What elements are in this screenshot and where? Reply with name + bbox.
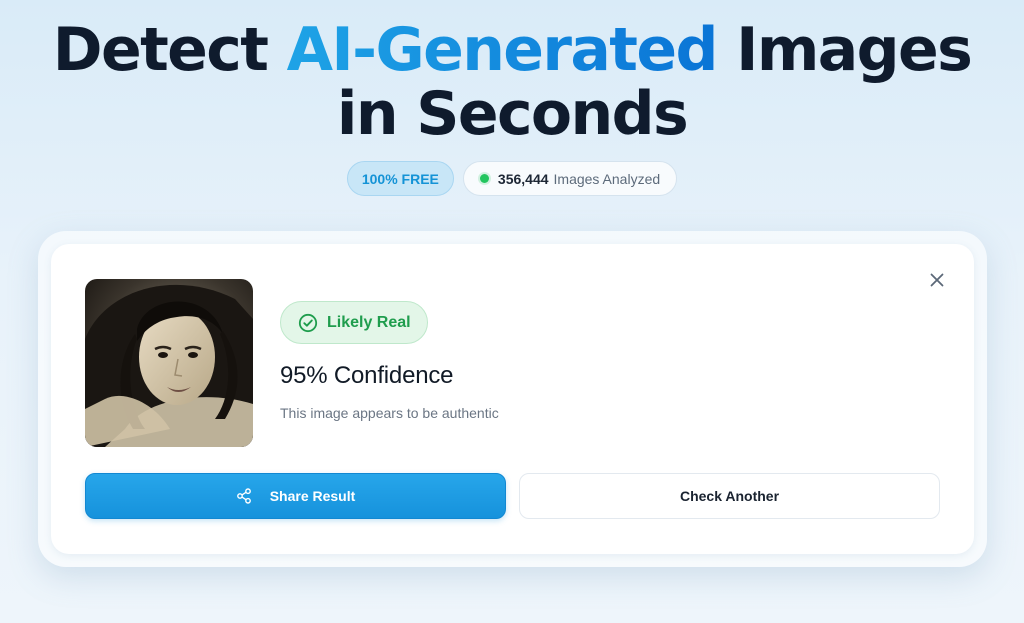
headline-part-2: Images: [716, 15, 973, 85]
close-button[interactable]: [926, 269, 948, 291]
check-circle-icon: [298, 313, 318, 332]
close-icon: [930, 273, 944, 287]
confidence-text: 95% Confidence: [280, 362, 454, 389]
status-badge: Likely Real: [280, 301, 428, 344]
headline-accent: AI-Generated: [286, 15, 719, 85]
free-badge-label: 100% FREE: [361, 170, 439, 187]
share-result-button[interactable]: Share Result: [85, 473, 506, 519]
result-description: This image appears to be authentic: [280, 405, 499, 421]
images-analyzed-count: 356,444: [497, 170, 549, 187]
status-label: Likely Real: [327, 313, 411, 331]
headline-line-2: in Seconds: [336, 79, 689, 149]
images-analyzed-badge: 356,444 Images Analyzed: [462, 161, 678, 196]
live-dot-icon: [479, 174, 489, 183]
headline-part-1: Detect: [52, 15, 287, 85]
share-result-label: Share Result: [269, 488, 356, 504]
hero-badges: 100% FREE 356,444 Images Analyzed: [0, 161, 1024, 196]
images-analyzed-label: Images Analyzed: [553, 170, 661, 187]
page-headline: Detect AI-Generated Images in Seconds: [0, 18, 1024, 146]
share-icon: [236, 488, 251, 504]
analyzed-image: [85, 279, 253, 447]
check-another-label: Check Another: [679, 488, 780, 504]
check-another-button[interactable]: Check Another: [519, 473, 940, 519]
free-badge: 100% FREE: [346, 161, 454, 196]
